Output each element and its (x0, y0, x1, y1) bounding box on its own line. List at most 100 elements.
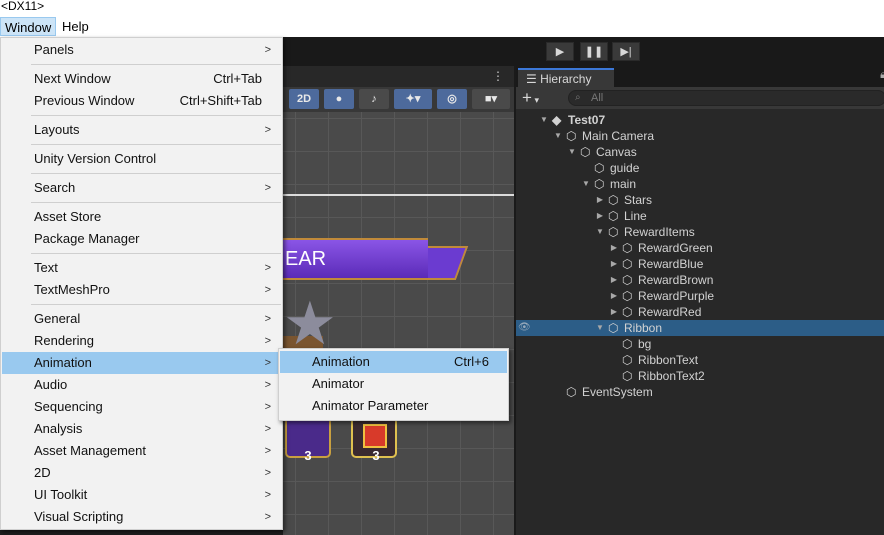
gameobject-cube-icon: ⬡ (566, 129, 577, 143)
add-label: + (522, 88, 532, 107)
expand-down-icon[interactable]: ▼ (594, 224, 606, 240)
2d-toggle[interactable]: 2D (289, 89, 319, 109)
expand-right-icon[interactable]: ▶ (608, 288, 620, 304)
hierarchy-row[interactable]: ⬡ RibbonText2 (516, 368, 884, 384)
search-icon: ⌕ (575, 92, 581, 103)
hierarchy-row[interactable]: ▶ ⬡ RewardPurple (516, 288, 884, 304)
hierarchy-row[interactable]: ▼ ⬡ RewardItems (516, 224, 884, 240)
menu-item-animation[interactable]: Animation > (2, 352, 282, 374)
add-object-button[interactable]: + ▾ (522, 88, 539, 110)
lighting-toggle-icon[interactable]: ● (324, 89, 354, 109)
menu-item-analysis[interactable]: Analysis > (2, 418, 282, 440)
chevron-right-icon: > (264, 467, 271, 479)
hierarchy-row[interactable]: ▶ ⬡ RewardBrown (516, 272, 884, 288)
menu-item-rendering[interactable]: Rendering > (2, 330, 282, 352)
menu-item-label: Next Window (34, 71, 111, 86)
hierarchy-row[interactable]: ⬡ bg (516, 336, 884, 352)
expand-right-icon[interactable]: ▶ (594, 192, 606, 208)
expand-right-icon[interactable]: ▶ (608, 272, 620, 288)
audio-toggle-icon[interactable]: ♪ (359, 89, 389, 109)
hierarchy-row[interactable]: ⬡ EventSystem (516, 384, 884, 400)
menu-item-text[interactable]: Text > (2, 257, 282, 279)
expand-down-icon[interactable]: ▼ (566, 144, 578, 160)
submenu-item-animator-parameter[interactable]: Animator Parameter (280, 395, 507, 417)
menu-item-audio[interactable]: Audio > (2, 374, 282, 396)
visibility-eye-icon[interactable]: 👁︎ (518, 320, 531, 336)
menu-item-asset-store[interactable]: Asset Store (2, 206, 282, 228)
menu-item-previous-window[interactable]: Previous Window Ctrl+Shift+Tab (2, 90, 282, 112)
tab-hierarchy[interactable]: ☰ Hierarchy (518, 68, 614, 87)
expand-down-icon[interactable]: ▼ (594, 320, 606, 336)
pause-button[interactable]: ❚❚ (580, 42, 608, 61)
chevron-right-icon: > (264, 423, 271, 435)
hierarchy-row[interactable]: 👁︎ ▼ ⬡ Ribbon (516, 320, 884, 336)
hidden-objects-toggle-icon[interactable]: ◎ (437, 89, 467, 109)
chevron-right-icon: > (264, 511, 271, 523)
ribbon-banner-text: EAR (285, 248, 327, 270)
play-button[interactable]: ▶ (546, 42, 574, 61)
menu-item-panels[interactable]: Panels > (2, 39, 282, 61)
camera-settings-icon[interactable]: ■▾ (472, 89, 510, 109)
menu-item-sequencing[interactable]: Sequencing > (2, 396, 282, 418)
menu-item-ui-toolkit[interactable]: UI Toolkit > (2, 484, 282, 506)
ribbon-banner-graphic: EAR (283, 238, 428, 280)
hierarchy-row-label: Main Camera (582, 129, 655, 143)
hierarchy-row-label: Ribbon (624, 321, 663, 335)
lock-icon[interactable]: 🔒︎ (880, 69, 884, 82)
hierarchy-row[interactable]: ▶ ⬡ RewardGreen (516, 240, 884, 256)
menu-separator (31, 202, 281, 203)
expand-right-icon[interactable]: ▶ (608, 240, 620, 256)
expand-right-icon[interactable]: ▶ (608, 256, 620, 272)
effects-toggle-icon[interactable]: ✦▾ (394, 89, 432, 109)
menu-item-general[interactable]: General > (2, 308, 282, 330)
menu-window[interactable]: Window (0, 17, 57, 36)
submenu-item-animator[interactable]: Animator (280, 373, 507, 395)
expand-right-icon[interactable]: ▶ (594, 208, 606, 224)
scene-view[interactable]: ⋮ 2D ● ♪ ✦▾ ◎ ■▾ EAR ★ 3 3 (283, 66, 514, 535)
menu-item-search[interactable]: Search > (2, 177, 282, 199)
submenu-item-animation[interactable]: Animation Ctrl+6 (280, 351, 507, 373)
menu-item-package-manager[interactable]: Package Manager (2, 228, 282, 250)
expand-down-icon[interactable]: ▼ (552, 128, 564, 144)
expand-right-icon[interactable]: ▶ (608, 304, 620, 320)
hierarchy-search-row: + ▾ ⌕ All (516, 87, 884, 109)
window-dropdown-menu: Panels > Next Window Ctrl+Tab Previous Windo… (0, 37, 283, 530)
hierarchy-row[interactable]: ▶ ⬡ Stars (516, 192, 884, 208)
chevron-right-icon: > (264, 44, 271, 56)
expand-down-icon[interactable]: ▼ (538, 112, 550, 128)
hierarchy-row[interactable]: ▼ ◆ Test07 (516, 112, 884, 128)
menu-item-label: Search (34, 180, 76, 195)
hierarchy-row-label: EventSystem (582, 385, 653, 399)
hierarchy-row-label: RewardBrown (638, 273, 714, 287)
menu-item-next-window[interactable]: Next Window Ctrl+Tab (2, 68, 282, 90)
hierarchy-row[interactable]: ▼ ⬡ main (516, 176, 884, 192)
scene-tab-bar: ⋮ (283, 66, 514, 87)
hierarchy-row[interactable]: ▼ ⬡ Canvas (516, 144, 884, 160)
more-options-icon[interactable]: ⋮ (492, 69, 504, 83)
chevron-right-icon: > (264, 124, 271, 136)
menu-item-textmeshpro[interactable]: TextMeshPro > (2, 279, 282, 301)
step-button[interactable]: ▶| (612, 42, 640, 61)
hierarchy-tab-bar: ☰ Hierarchy 🔒︎ (516, 66, 884, 87)
gameobject-cube-icon: ⬡ (608, 193, 619, 207)
hierarchy-row[interactable]: ▶ ⬡ RewardBlue (516, 256, 884, 272)
menu-item-2d[interactable]: 2D > (2, 462, 282, 484)
hierarchy-row[interactable]: ▶ ⬡ RewardRed (516, 304, 884, 320)
expand-down-icon[interactable]: ▼ (580, 176, 592, 192)
hierarchy-row[interactable]: ⬡ guide (516, 160, 884, 176)
hierarchy-row-label: RibbonText (638, 353, 699, 367)
hierarchy-row-label: RewardGreen (638, 241, 713, 255)
menu-item-visual-scripting[interactable]: Visual Scripting > (2, 506, 282, 528)
menu-item-label: General (34, 311, 81, 326)
menu-item-label: Analysis (34, 421, 83, 436)
menu-item-asset-management[interactable]: Asset Management > (2, 440, 282, 462)
chevron-right-icon: > (264, 284, 271, 296)
menu-item-layouts[interactable]: Layouts > (2, 119, 282, 141)
hierarchy-search-input[interactable]: ⌕ All (568, 90, 884, 106)
hierarchy-row[interactable]: ▼ ⬡ Main Camera (516, 128, 884, 144)
hierarchy-row[interactable]: ⬡ RibbonText (516, 352, 884, 368)
hierarchy-row[interactable]: ▶ ⬡ Line (516, 208, 884, 224)
chevron-right-icon: > (264, 489, 271, 501)
menu-item-unity-version-control[interactable]: Unity Version Control (2, 148, 282, 170)
menu-help[interactable]: Help (58, 17, 93, 36)
